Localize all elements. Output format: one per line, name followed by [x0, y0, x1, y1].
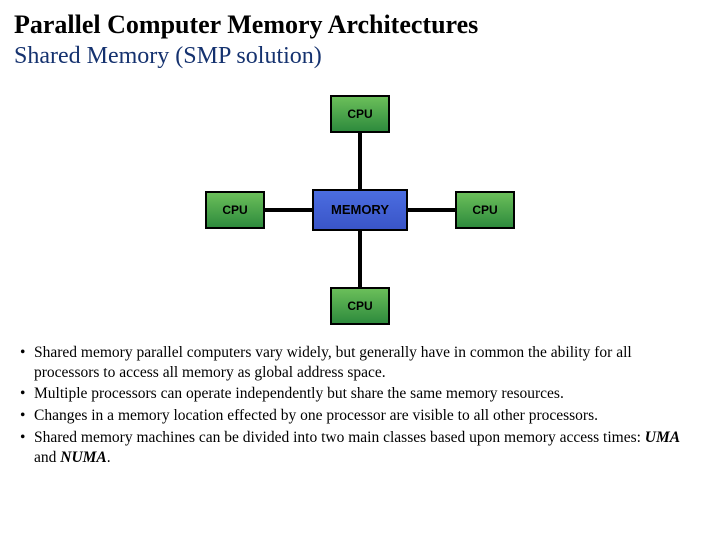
- bullet-text-pre: Shared memory machines can be divided in…: [34, 429, 645, 446]
- list-item: • Shared memory parallel computers vary …: [20, 343, 700, 383]
- memory-node: MEMORY: [312, 189, 408, 231]
- cpu-node-bottom: CPU: [330, 287, 390, 325]
- cpu-label: CPU: [347, 299, 372, 313]
- connector-left: [265, 208, 312, 212]
- bullet-icon: •: [20, 343, 34, 383]
- bullet-icon: •: [20, 384, 34, 404]
- cpu-label: CPU: [347, 107, 372, 121]
- bullet-text-em2: NUMA: [60, 449, 107, 466]
- connector-top: [358, 133, 362, 189]
- cpu-label: CPU: [472, 203, 497, 217]
- bullet-text: Shared memory machines can be divided in…: [34, 428, 700, 468]
- page-title: Parallel Computer Memory Architectures: [14, 10, 706, 40]
- bullet-text-post: .: [107, 449, 111, 466]
- memory-label: MEMORY: [331, 202, 389, 217]
- list-item: • Multiple processors can operate indepe…: [20, 384, 700, 404]
- diagram-container: CPU CPU CPU CPU MEMORY: [14, 95, 706, 325]
- slide-page: Parallel Computer Memory Architectures S…: [0, 0, 720, 468]
- bullet-text: Multiple processors can operate independ…: [34, 384, 700, 404]
- cpu-label: CPU: [222, 203, 247, 217]
- bullet-text-mid: and: [34, 449, 60, 466]
- page-subtitle: Shared Memory (SMP solution): [14, 42, 706, 71]
- bullet-icon: •: [20, 406, 34, 426]
- bullet-list: • Shared memory parallel computers vary …: [14, 343, 706, 468]
- bullet-text-em1: UMA: [645, 429, 680, 446]
- bullet-text: Changes in a memory location effected by…: [34, 406, 700, 426]
- cpu-node-right: CPU: [455, 191, 515, 229]
- list-item: • Shared memory machines can be divided …: [20, 428, 700, 468]
- smp-diagram: CPU CPU CPU CPU MEMORY: [205, 95, 515, 325]
- connector-right: [408, 208, 455, 212]
- cpu-node-left: CPU: [205, 191, 265, 229]
- bullet-text: Shared memory parallel computers vary wi…: [34, 343, 700, 383]
- cpu-node-top: CPU: [330, 95, 390, 133]
- list-item: • Changes in a memory location effected …: [20, 406, 700, 426]
- bullet-icon: •: [20, 428, 34, 468]
- connector-bottom: [358, 231, 362, 287]
